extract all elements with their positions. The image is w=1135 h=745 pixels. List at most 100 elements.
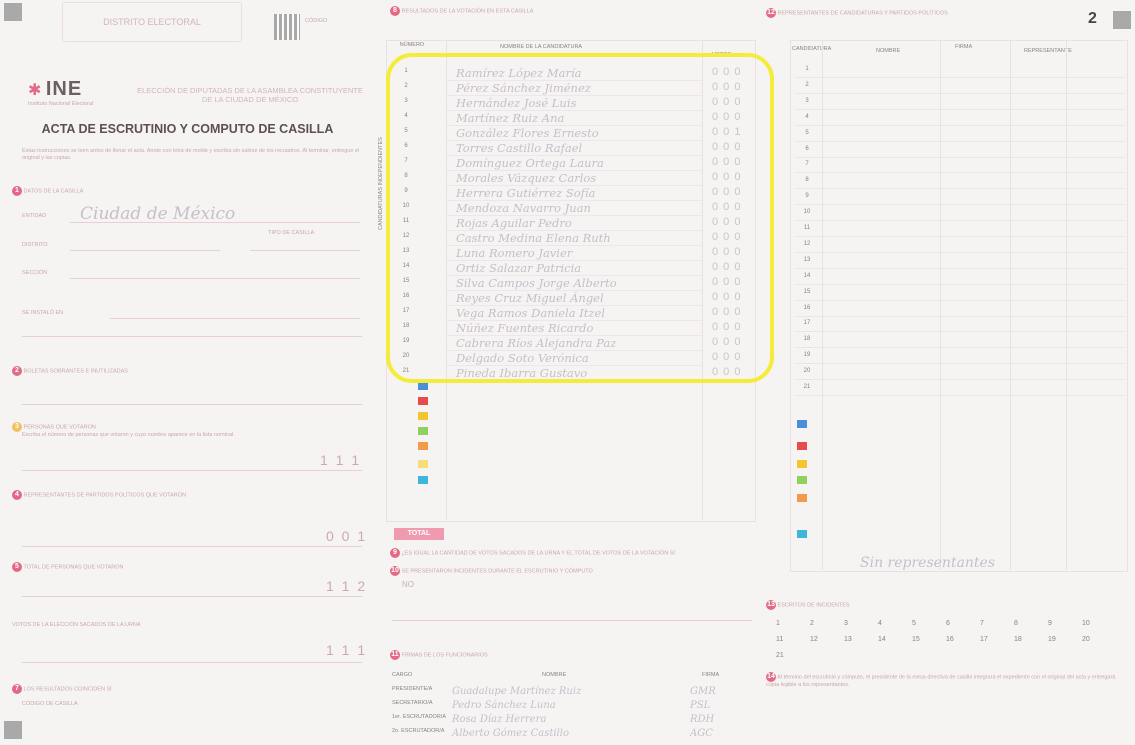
party-logo-pt-icon [418, 442, 428, 450]
ine-logo-mark-icon: ✱ [28, 82, 42, 99]
district-box-label: DISTRITO ELECTORAL [103, 17, 201, 27]
sig-col-nombre: NOMBRE [542, 672, 567, 678]
right-table-frame [790, 40, 1128, 572]
district-box: DISTRITO ELECTORAL [62, 2, 242, 42]
page-number: 2 [1088, 10, 1097, 27]
right-party-pvem-icon [797, 476, 807, 484]
highlight-box [386, 53, 774, 383]
sig-cargo: SECRETARIO/A [392, 700, 433, 706]
col-number-header: NÚMERO [399, 42, 425, 48]
sig-name: Guadalupe Martínez Ruiz [452, 686, 582, 697]
section-2-heading: 2 BOLETAS SOBRANTES E INUTILIZADAS [12, 366, 128, 376]
section-4-number: 4 [12, 490, 22, 500]
right-footer-text: 14 Al término del escrutinio y cómputo, … [766, 672, 1116, 688]
section-2-label: BOLETAS SOBRANTES E INUTILIZADAS [23, 368, 128, 375]
entidad-label: ENTIDAD [22, 213, 47, 219]
instalacion-underline [110, 318, 360, 319]
right-row-number: 5 [805, 129, 809, 136]
incident-cell: 20 [1082, 636, 1090, 643]
right-row-divider [795, 140, 1125, 142]
registration-marker-bottom-left [4, 721, 22, 739]
right-row-divider [795, 236, 1125, 237]
section-2-underline [22, 404, 362, 405]
right-divider-1 [822, 40, 823, 570]
section-9-heading: 13 ESCRITOS DE INCIDENTES [766, 600, 1126, 610]
incident-cell: 21 [776, 652, 784, 659]
incident-cell: 1 [776, 620, 780, 627]
section-6-value: 1 1 1 [326, 642, 368, 658]
incident-cell: 10 [1082, 620, 1090, 627]
question-3-number: 11 [390, 650, 400, 660]
section-3-underline [22, 470, 362, 471]
incident-cell: 8 [1014, 620, 1018, 627]
right-row-divider [795, 251, 1125, 253]
question-2: 10 SE PRESENTARON INCIDENTES DURANTE EL … [390, 566, 760, 576]
right-row-divider [795, 172, 1125, 174]
right-row-divider [795, 363, 1125, 365]
section-7-number: 7 [12, 684, 22, 694]
incident-cell: 17 [980, 636, 988, 643]
right-row-divider [795, 77, 1125, 78]
right-row-number: 1 [805, 66, 809, 72]
party-logo-pri-icon [418, 397, 428, 405]
incident-cell: 7 [980, 620, 984, 627]
qr-code [274, 14, 300, 40]
election-title: ELECCIÓN DE DIPUTADAS DE LA ASAMBLEA CON… [120, 86, 380, 104]
question-1b-text: Y EL TOTAL DE VOTOS DE LA VOTACIÓN [561, 550, 669, 557]
question-1-yes: SÍ [669, 550, 675, 557]
party-logo-na-icon [418, 476, 428, 484]
right-row-number: 21 [803, 384, 811, 390]
form-title: ACTA DE ESCRUTINIO Y COMPUTO DE CASILLA [41, 122, 334, 136]
right-row-number: 18 [803, 336, 811, 343]
right-row-number: 6 [805, 145, 809, 152]
section-7-heading: 7 LOS RESULTADOS COINCIDEN SÍ [12, 684, 112, 694]
incident-cell: 6 [946, 620, 950, 627]
section-2-number: 2 [12, 366, 22, 376]
sig-col-cargo: CARGO [392, 672, 413, 678]
section-9-label: ESCRITOS DE INCIDENTES [777, 602, 850, 609]
right-row-number: 10 [803, 209, 811, 216]
right-row-divider [795, 347, 1125, 349]
ine-logo: ✱ INE Instituto Nacional Electoral [28, 78, 93, 108]
right-row-divider [795, 156, 1125, 158]
right-divider-4 [1066, 40, 1067, 570]
party-logo-prd-icon [418, 412, 428, 420]
right-party-pan-icon [797, 420, 807, 428]
section-7-answer: SÍ [106, 686, 112, 693]
right-row-number: 3 [805, 97, 809, 104]
right-row-divider [795, 188, 1125, 190]
section-3-value: 1 1 1 [320, 452, 362, 468]
qr-caption: CÓDIGO [305, 18, 328, 24]
question-2-value: NO [402, 580, 414, 589]
section-3-heading: 3 PERSONAS QUE VOTARON [12, 422, 96, 432]
right-section-heading: 12 REPRESENTANTES DE CANDIDATURAS Y PART… [766, 8, 1086, 18]
right-row-number: 9 [805, 193, 809, 200]
sig-name: Pedro Sánchez Luna [452, 700, 556, 711]
question-3-text: FIRMAS DE LOS FUNCIONARIOS [401, 652, 488, 659]
question-1-number: 9 [390, 548, 400, 558]
entidad-underline [70, 222, 360, 223]
right-row-number: 12 [803, 240, 811, 247]
section-1-number: 1 [12, 186, 22, 196]
side-label: CANDIDATURAS INDEPENDIENTES [378, 137, 384, 230]
right-row-divider [795, 331, 1125, 333]
section-1-heading: 1 DATOS DE LA CASILLA [12, 186, 83, 196]
right-party-na-icon [797, 530, 807, 538]
tipo-casilla-label: TIPO DE CASILLA [268, 230, 315, 236]
question-1-text: ¿ES IGUAL LA CANTIDAD DE VOTOS SACADOS D… [401, 550, 560, 557]
incident-cell: 18 [1014, 636, 1022, 643]
question-2-underline [392, 620, 752, 621]
right-row-number: 20 [803, 368, 811, 375]
right-row-number: 17 [803, 320, 811, 327]
middle-section-label: RESULTADOS DE LA VOTACIÓN EN ESTA CASILL… [401, 8, 534, 15]
section-5-label: TOTAL DE PERSONAS QUE VOTARON [23, 564, 124, 571]
incident-cell: 2 [810, 620, 814, 627]
right-divider-3 [1010, 40, 1011, 570]
registration-marker-top-right [1113, 11, 1131, 29]
ine-logo-text: INE [45, 78, 83, 100]
sig-cargo: 2o. ESCRUTADOR/A [392, 728, 445, 734]
footer-code-label: CÓDIGO DE CASILLA [22, 701, 78, 707]
section-6-heading: VOTOS DE LA ELECCIÓN SACADOS DE LA URNA [12, 622, 141, 629]
incident-cell: 5 [912, 620, 916, 627]
section-4-value: 0 0 1 [326, 528, 368, 544]
